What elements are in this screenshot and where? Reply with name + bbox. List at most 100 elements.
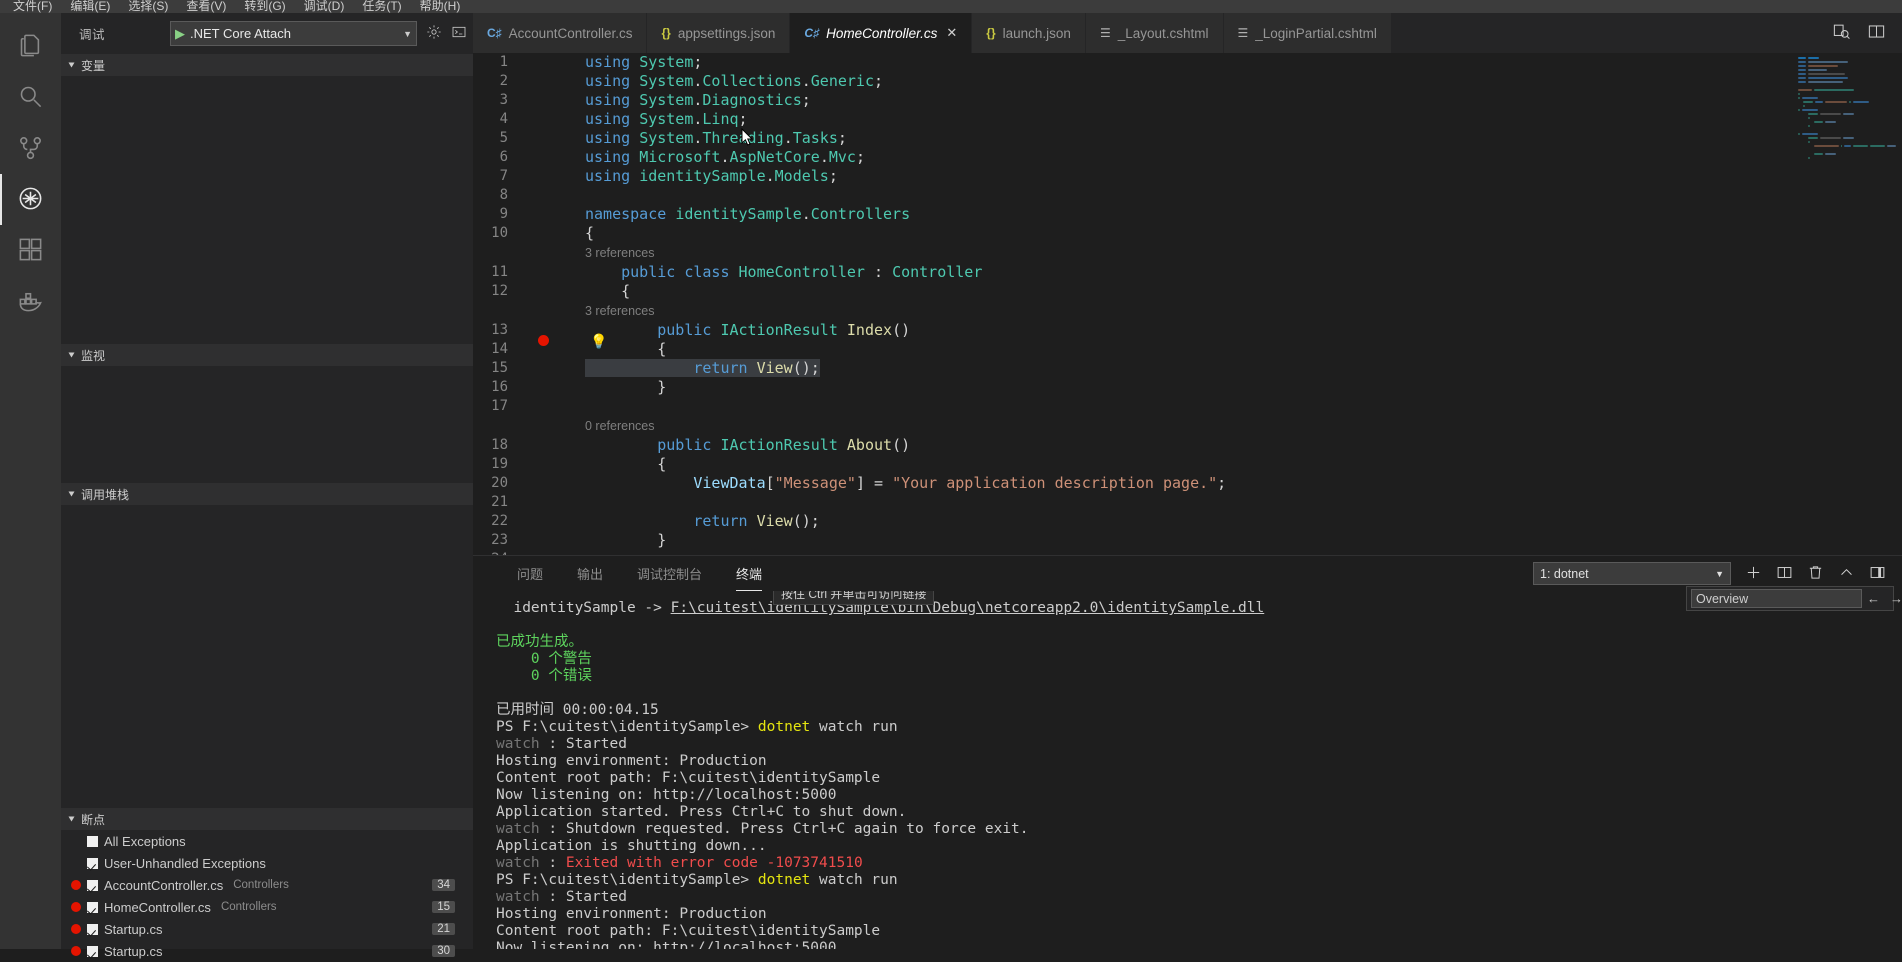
menu-item-0[interactable]: 文件(F)	[4, 0, 61, 13]
chevron-down-icon[interactable]: ▼	[1715, 569, 1724, 579]
editor-tab[interactable]: ☰ _LoginPartial.cshtml	[1224, 13, 1392, 53]
menu-item-5[interactable]: 调试(D)	[295, 0, 354, 13]
codelens-row[interactable]: 0 references	[473, 416, 1902, 436]
launch-config-dropdown[interactable]: ▶ .NET Core Attach ▼	[170, 21, 417, 46]
breakpoint-checkbox[interactable]	[87, 946, 98, 957]
breakpoint-checkbox[interactable]	[87, 924, 98, 935]
editor-tab[interactable]: {} appsettings.json	[647, 13, 790, 53]
editor-tab[interactable]: C♯ AccountController.cs	[473, 13, 647, 53]
editor-tab[interactable]: ☰ _Layout.cshtml	[1086, 13, 1224, 53]
breakpoint-row[interactable]: All Exceptions	[61, 830, 473, 852]
code-text: using identitySample.Models;	[585, 167, 1902, 186]
activity-explorer[interactable]	[0, 21, 61, 72]
code-line[interactable]: 20 ViewData["Message"] = "Your applicati…	[473, 474, 1902, 493]
activity-source-control[interactable]	[0, 123, 61, 174]
code-line[interactable]: 15 💡 return View();	[473, 359, 1902, 378]
breakpoint-checkbox[interactable]	[87, 858, 98, 869]
code-line[interactable]: 7 using identitySample.Models;	[473, 167, 1902, 186]
panel-tab[interactable]: 问题	[500, 556, 560, 591]
activity-search[interactable]	[0, 72, 61, 123]
editor-tab[interactable]: C♯ HomeController.cs ✕	[790, 13, 972, 53]
code-line[interactable]: 2 using System.Collections.Generic;	[473, 72, 1902, 91]
code-line[interactable]: 21	[473, 493, 1902, 512]
activity-docker[interactable]	[0, 276, 61, 327]
code-line[interactable]: 16 }	[473, 378, 1902, 397]
menu-item-4[interactable]: 转到(G)	[235, 0, 294, 13]
open-changes-icon[interactable]	[1832, 22, 1851, 44]
code-line[interactable]: 17	[473, 397, 1902, 416]
terminal-line: watch : Started	[496, 889, 1902, 906]
breakpoint-checkbox[interactable]	[87, 902, 98, 913]
panel-tab[interactable]: 输出	[560, 556, 620, 591]
section-breakpoints-header[interactable]: 断点	[61, 808, 473, 830]
minimap[interactable]	[1792, 53, 1902, 568]
close-panel-icon[interactable]	[1869, 564, 1886, 584]
code-line[interactable]: 5 using System.Threading.Tasks;	[473, 129, 1902, 148]
terminal-find-input[interactable]	[1691, 589, 1862, 608]
code-line[interactable]: 10 {	[473, 224, 1902, 243]
code-line[interactable]: 11 public class HomeController : Control…	[473, 263, 1902, 282]
code-line[interactable]: 12 {	[473, 282, 1902, 301]
menu-item-6[interactable]: 任务(T)	[353, 0, 410, 13]
debug-settings-button[interactable]	[426, 24, 442, 43]
lightbulb-icon[interactable]: 💡	[590, 333, 607, 352]
chevron-down-icon[interactable]: ▼	[403, 29, 412, 39]
breakpoint-checkbox[interactable]	[87, 836, 98, 847]
terminal-selector-dropdown[interactable]: 1: dotnet ▼	[1533, 562, 1731, 585]
menu-item-2[interactable]: 选择(S)	[119, 0, 177, 13]
new-terminal-icon[interactable]	[1745, 564, 1762, 584]
breakpoint-row[interactable]: HomeController.cs Controllers 15	[61, 896, 473, 918]
activity-debug[interactable]	[0, 174, 61, 225]
maximize-panel-icon[interactable]	[1838, 564, 1855, 584]
code-line[interactable]: 4 using System.Linq;	[473, 110, 1902, 129]
section-callstack-header[interactable]: 调用堆栈	[61, 483, 473, 505]
code-text: public IActionResult Index()	[585, 321, 1902, 340]
code-line[interactable]: 23 }	[473, 531, 1902, 550]
section-variables-header[interactable]: 变量	[61, 54, 473, 76]
code-line[interactable]: 14 {	[473, 340, 1902, 359]
code-line[interactable]: 18 public IActionResult About()	[473, 436, 1902, 455]
find-next-button[interactable]: →	[1885, 591, 1902, 606]
watch-list[interactable]	[61, 366, 473, 483]
debug-console-toggle-button[interactable]	[451, 24, 467, 43]
code-line[interactable]: 1 using System;	[473, 53, 1902, 72]
variables-list[interactable]	[61, 76, 473, 342]
code-editor[interactable]: 1 using System; 2 using System.Collectio…	[473, 53, 1902, 568]
breakpoint-row[interactable]: User-Unhandled Exceptions	[61, 852, 473, 874]
find-previous-button[interactable]: ←	[1862, 591, 1885, 606]
terminal-line: Application started. Press Ctrl+C to shu…	[496, 804, 1902, 821]
terminal-output[interactable]: 按住 Ctrl 并单击可访问链接 identitySample -> F:\cu…	[473, 591, 1902, 949]
section-watch-header[interactable]: 监视	[61, 344, 473, 366]
code-line[interactable]: 22 return View();	[473, 512, 1902, 531]
breakpoint-row[interactable]: Startup.cs 21	[61, 918, 473, 940]
code-line[interactable]: 6 using Microsoft.AspNetCore.Mvc;	[473, 148, 1902, 167]
panel-tab[interactable]: 调试控制台	[620, 556, 719, 591]
close-icon[interactable]: ✕	[946, 25, 957, 41]
breakpoint-checkbox[interactable]	[87, 880, 98, 891]
minimap-line	[1798, 101, 1896, 104]
codelens-references[interactable]: 3 references	[585, 246, 654, 260]
code-line[interactable]: 8	[473, 186, 1902, 205]
menu-item-1[interactable]: 编辑(E)	[61, 0, 119, 13]
code-line[interactable]: 19 {	[473, 455, 1902, 474]
split-editor-icon[interactable]	[1867, 22, 1886, 44]
codelens-references[interactable]: 3 references	[585, 304, 654, 318]
codelens-references[interactable]: 0 references	[585, 419, 654, 433]
editor-tab[interactable]: {} launch.json	[972, 13, 1086, 53]
activity-extensions[interactable]	[0, 225, 61, 276]
code-line[interactable]: 9 namespace identitySample.Controllers	[473, 205, 1902, 224]
play-icon[interactable]: ▶	[175, 27, 185, 40]
codelens-row[interactable]: 3 references	[473, 243, 1902, 263]
breakpoint-dot-icon[interactable]	[538, 335, 549, 346]
code-line[interactable]: 13 public IActionResult Index()	[473, 321, 1902, 340]
kill-terminal-icon[interactable]	[1807, 564, 1824, 584]
menu-item-7[interactable]: 帮助(H)	[411, 0, 470, 13]
codelens-row[interactable]: 3 references	[473, 301, 1902, 321]
breakpoint-row[interactable]: AccountController.cs Controllers 34	[61, 874, 473, 896]
code-line[interactable]: 3 using System.Diagnostics;	[473, 91, 1902, 110]
split-terminal-icon[interactable]	[1776, 564, 1793, 584]
breakpoint-row[interactable]: Startup.cs 30	[61, 940, 473, 962]
callstack-list[interactable]	[61, 505, 473, 718]
menu-item-3[interactable]: 查看(V)	[177, 0, 235, 13]
panel-tab[interactable]: 终端	[719, 556, 779, 591]
